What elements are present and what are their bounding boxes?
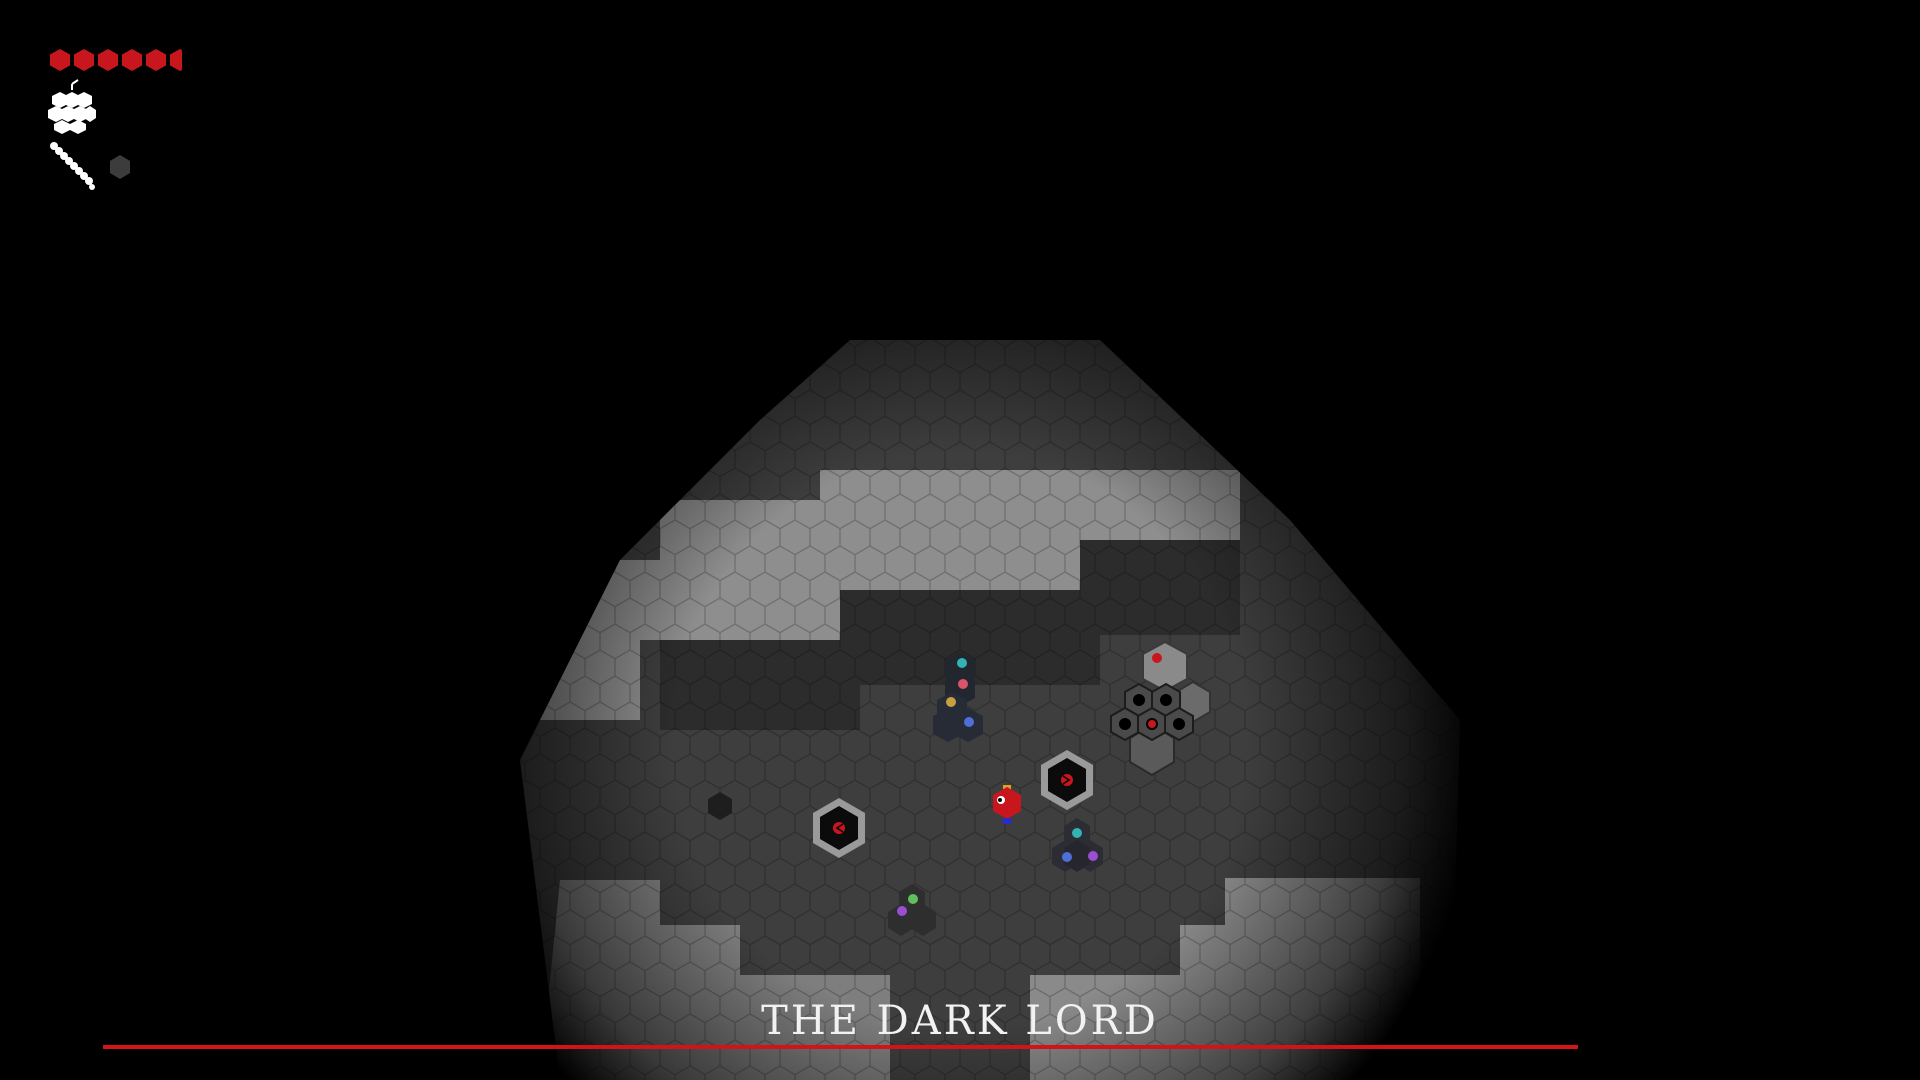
health-bar — [50, 49, 182, 71]
health-hex — [170, 49, 182, 71]
health-hex — [50, 49, 70, 71]
boss-health-fill — [103, 1045, 1578, 1049]
health-hex — [98, 49, 118, 71]
hex-orb-icon — [110, 155, 130, 179]
health-hex — [74, 49, 94, 71]
health-hex — [122, 49, 142, 71]
boss-name: THE DARK LORD — [761, 998, 1159, 1044]
health-hex — [146, 49, 166, 71]
boss-health-bar — [103, 1045, 1578, 1049]
bomb-cluster-icon — [48, 79, 96, 134]
hud — [48, 49, 182, 190]
bead-staff-icon — [50, 142, 95, 190]
